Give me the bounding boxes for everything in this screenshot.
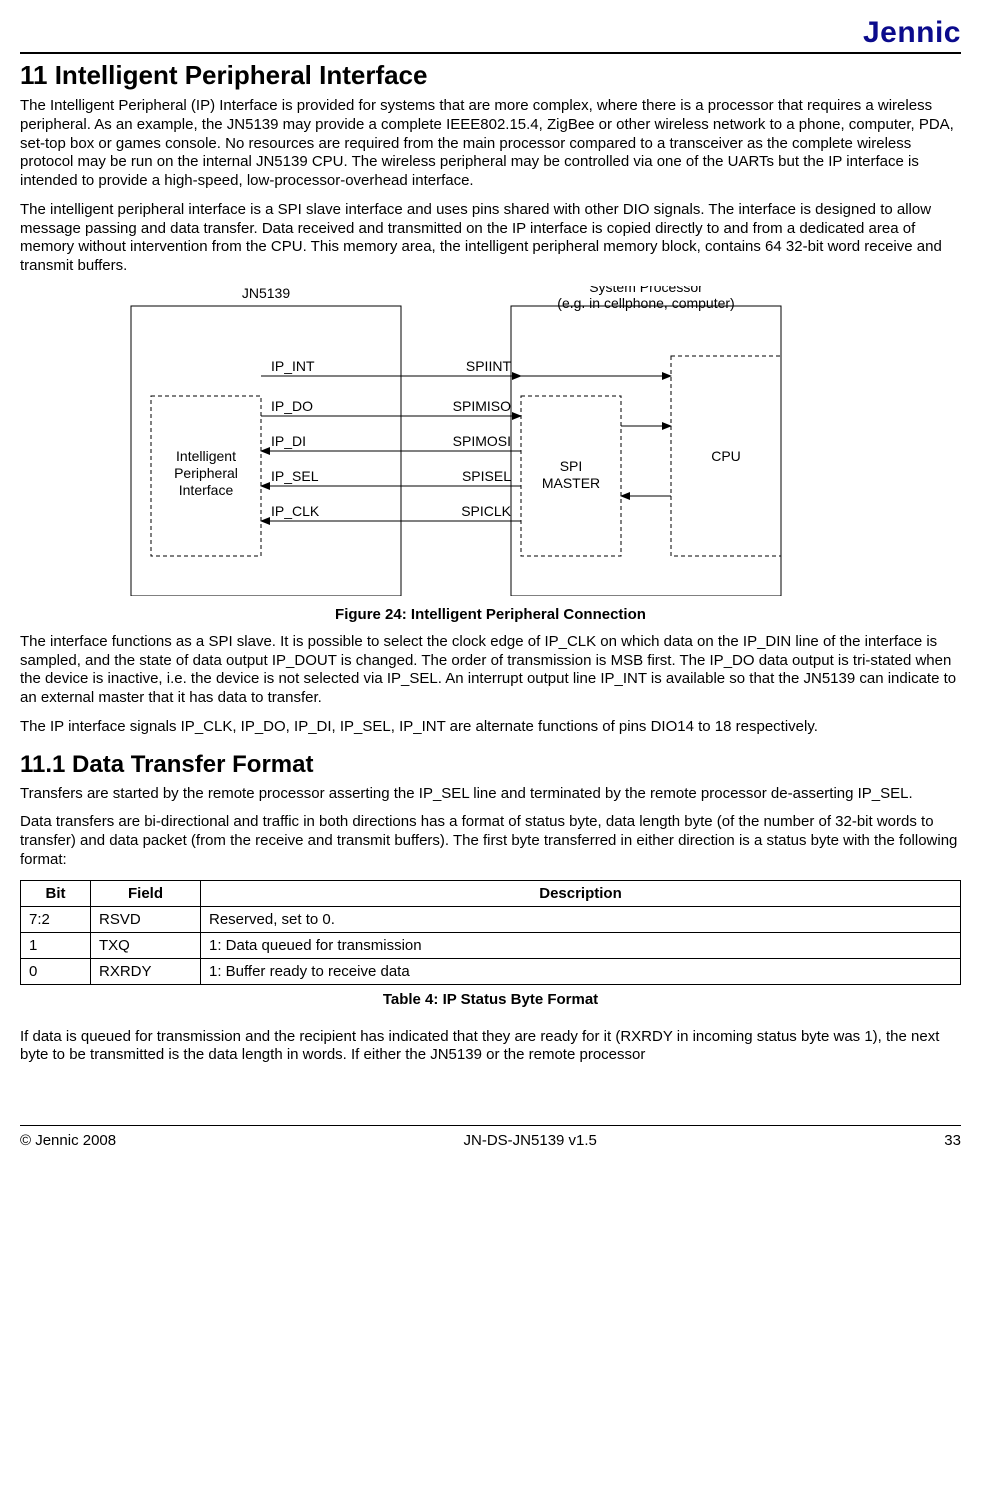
sig-left-0: IP_INT xyxy=(271,358,315,374)
sig-right-2: SPIMOSI xyxy=(452,433,510,449)
cell: Reserved, set to 0. xyxy=(201,906,961,932)
label-sysproc-2: (e.g. in cellphone, computer) xyxy=(557,295,734,311)
status-byte-table: Bit Field Description 7:2 RSVD Reserved,… xyxy=(20,880,961,985)
divider xyxy=(20,52,961,54)
cell: 7:2 xyxy=(21,906,91,932)
sig-left-3: IP_SEL xyxy=(271,468,319,484)
para-intro-2: The intelligent peripheral interface is … xyxy=(20,201,961,276)
sig-right-0: SPIINT xyxy=(465,358,511,374)
figure-caption: Figure 24: Intelligent Peripheral Connec… xyxy=(20,606,961,623)
label-ipi-3: Interface xyxy=(178,482,233,498)
footer-copyright: © Jennic 2008 xyxy=(20,1132,116,1149)
label-ipi-1: Intelligent xyxy=(176,448,236,464)
cell: 0 xyxy=(21,958,91,984)
para-intro-1: The Intelligent Peripheral (IP) Interfac… xyxy=(20,97,961,191)
para-7: If data is queued for transmission and t… xyxy=(20,1028,961,1066)
label-ipi-2: Peripheral xyxy=(174,465,238,481)
label-jn5139: JN5139 xyxy=(241,286,289,301)
table-row: 7:2 RSVD Reserved, set to 0. xyxy=(21,906,961,932)
label-cpu: CPU xyxy=(711,448,741,464)
para-6: Data transfers are bi-directional and tr… xyxy=(20,813,961,869)
cell: TXQ xyxy=(91,932,201,958)
brand-logo: Jennic xyxy=(20,16,961,50)
cell: 1: Buffer ready to receive data xyxy=(201,958,961,984)
heading-section: 11.1 Data Transfer Format xyxy=(20,751,961,779)
sig-left-4: IP_CLK xyxy=(271,503,320,519)
heading-chapter: 11 Intelligent Peripheral Interface xyxy=(20,60,961,91)
label-spi-2: MASTER xyxy=(541,475,599,491)
th-desc: Description xyxy=(201,880,961,906)
table-row: 0 RXRDY 1: Buffer ready to receive data xyxy=(21,958,961,984)
footer-pagenum: 33 xyxy=(944,1132,961,1149)
table-row: 1 TXQ 1: Data queued for transmission xyxy=(21,932,961,958)
sig-right-4: SPICLK xyxy=(461,503,511,519)
cell: 1 xyxy=(21,932,91,958)
th-field: Field xyxy=(91,880,201,906)
label-spi-1: SPI xyxy=(559,458,582,474)
sig-right-1: SPIMISO xyxy=(452,398,510,414)
sig-left-2: IP_DI xyxy=(271,433,306,449)
sig-right-3: SPISEL xyxy=(461,468,510,484)
page-footer: © Jennic 2008 JN-DS-JN5139 v1.5 33 xyxy=(20,1125,961,1149)
figure-diagram: JN5139 System Processor (e.g. in cellpho… xyxy=(121,286,861,600)
cell: RSVD xyxy=(91,906,201,932)
label-sysproc-1: System Processor xyxy=(589,286,703,295)
cell: 1: Data queued for transmission xyxy=(201,932,961,958)
footer-docid: JN-DS-JN5139 v1.5 xyxy=(464,1132,597,1149)
th-bit: Bit xyxy=(21,880,91,906)
sig-left-1: IP_DO xyxy=(271,398,313,414)
para-3: The interface functions as a SPI slave. … xyxy=(20,633,961,708)
para-4: The IP interface signals IP_CLK, IP_DO, … xyxy=(20,718,961,737)
table-caption: Table 4: IP Status Byte Format xyxy=(20,991,961,1008)
para-5: Transfers are started by the remote proc… xyxy=(20,785,961,804)
cell: RXRDY xyxy=(91,958,201,984)
